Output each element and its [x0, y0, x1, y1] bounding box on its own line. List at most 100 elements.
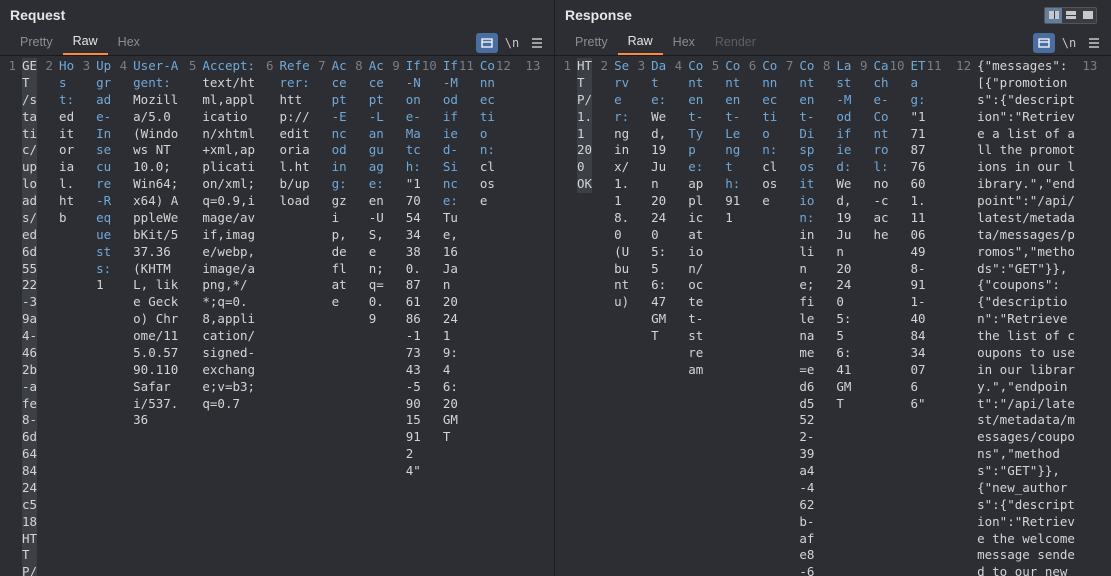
line-number: 2 [37, 58, 59, 73]
line-number: 7 [777, 58, 799, 73]
code-line[interactable]: 1GET /static/uploads/ed6d5522-39a4-462b-… [0, 58, 37, 576]
response-title: Response [565, 7, 1044, 23]
line-text: Server: nginx/1.18.0 (Ubuntu) [614, 58, 629, 311]
line-number: 1 [0, 58, 22, 73]
line-text: Date: Wed, 19 Jun 2024 05:56:47 GMT [651, 58, 666, 345]
line-number: 8 [347, 58, 369, 73]
response-title-row: Response [555, 0, 1111, 30]
layout-horizontal-icon[interactable] [1062, 8, 1079, 23]
line-text: Host: editorial.htb [59, 58, 74, 227]
line-number: 1 [555, 58, 577, 73]
code-line[interactable]: 7Content-Disposition: inline; filename=e… [777, 58, 814, 576]
line-number: 6 [740, 58, 762, 73]
line-number: 9 [384, 58, 406, 73]
code-line[interactable]: 4Content-Type: application/octet-stream [666, 58, 703, 576]
line-text: Content-Type: application/octet-stream [688, 58, 703, 379]
layout-vertical-icon[interactable] [1045, 8, 1062, 23]
code-line[interactable]: 11 [926, 58, 956, 576]
code-line[interactable]: 13 [1081, 58, 1111, 576]
line-number: 2 [592, 58, 614, 73]
code-line[interactable]: 13 [524, 58, 554, 576]
line-number: 10 [421, 58, 443, 73]
response-tab-row: Pretty Raw Hex Render \n [555, 30, 1111, 56]
line-text: Upgrade-Insecure-Requests: 1 [96, 58, 111, 294]
line-number: 9 [851, 58, 873, 73]
line-number: 11 [926, 58, 948, 73]
tab-hex[interactable]: Hex [108, 32, 150, 54]
code-line[interactable]: 7Accept-Encoding: gzip, deflate [310, 58, 347, 576]
code-line[interactable]: 12 [495, 58, 525, 576]
code-line[interactable]: 5Accept: text/html,application/xhtml+xml… [180, 58, 257, 576]
tab-render[interactable]: Render [705, 32, 766, 54]
line-number: 8 [814, 58, 836, 73]
response-panel: Response Pretty Raw Hex Render \n 1HTTP/… [555, 0, 1111, 576]
code-line[interactable]: 11Connection: close [458, 58, 495, 576]
line-text [517, 58, 525, 75]
code-line[interactable]: 3Date: Wed, 19 Jun 2024 05:56:47 GMT [629, 58, 666, 576]
line-text: GET /static/uploads/ed6d5522-39a4-462b-a… [22, 58, 37, 576]
code-line[interactable]: 9If-None-Match: "1705434380.876186-17343… [384, 58, 421, 576]
line-text: Referer: http://editorial.htb/upload [280, 58, 310, 210]
code-line[interactable]: 6Referer: http://editorial.htb/upload [258, 58, 310, 576]
line-text: HTTP/1.1 200 OK [577, 58, 592, 193]
line-text [546, 58, 554, 75]
line-number: 4 [666, 58, 688, 73]
line-number: 5 [180, 58, 202, 73]
line-text: Accept: text/html,application/xhtml+xml,… [202, 58, 257, 412]
line-number: 13 [1081, 58, 1103, 73]
menu-icon[interactable] [1083, 33, 1105, 53]
line-number: 6 [258, 58, 280, 73]
action-button-icon[interactable] [1033, 33, 1055, 53]
code-line[interactable]: 2Host: editorial.htb [37, 58, 74, 576]
code-line[interactable]: 9Cache-Control: no-cache [851, 58, 888, 576]
line-text: {"messages":[{"promotions":{"description… [977, 58, 1081, 576]
line-text: Last-Modified: Wed, 19 Jun 2024 05:56:41… [836, 58, 851, 412]
tab-raw[interactable]: Raw [63, 31, 108, 55]
code-line[interactable]: 12{"messages":[{"promotions":{"descripti… [955, 58, 1081, 576]
line-number: 5 [703, 58, 725, 73]
request-title: Request [10, 7, 546, 23]
code-line[interactable]: 4User-Agent: Mozilla/5.0 (Windows NT 10.… [111, 58, 180, 576]
code-line[interactable]: 1HTTP/1.1 200 OK [555, 58, 592, 576]
tab-raw[interactable]: Raw [618, 31, 663, 55]
line-text [948, 58, 956, 75]
line-text: Accept-Encoding: gzip, deflate [332, 58, 347, 311]
newline-icon[interactable]: \n [1058, 33, 1080, 53]
request-editor[interactable]: 1GET /static/uploads/ed6d5522-39a4-462b-… [0, 56, 554, 576]
code-line[interactable]: 5Content-Length: 911 [703, 58, 740, 576]
request-title-row: Request [0, 0, 554, 30]
code-line[interactable]: 6Connection: close [740, 58, 777, 576]
line-text: Connection: close [480, 58, 495, 210]
line-number: 12 [495, 58, 517, 73]
code-line[interactable]: 2Server: nginx/1.18.0 (Ubuntu) [592, 58, 629, 576]
line-number: 11 [458, 58, 480, 73]
code-line[interactable]: 10If-Modified-Since: Tue, 16 Jan 2024 19… [421, 58, 458, 576]
tab-pretty[interactable]: Pretty [565, 32, 618, 54]
newline-icon[interactable]: \n [501, 33, 523, 53]
line-number: 10 [889, 58, 911, 73]
line-number: 3 [74, 58, 96, 73]
layout-toggle[interactable] [1044, 7, 1097, 24]
line-number: 4 [111, 58, 133, 73]
line-text: If-Modified-Since: Tue, 16 Jan 2024 19:4… [443, 58, 458, 446]
tab-pretty[interactable]: Pretty [10, 32, 63, 54]
line-text: ETag: "1718776601.1106498-911-4084340766… [911, 58, 926, 412]
code-line[interactable]: 3Upgrade-Insecure-Requests: 1 [74, 58, 111, 576]
line-text: Content-Disposition: inline; filename=ed… [799, 58, 814, 576]
line-text: User-Agent: Mozilla/5.0 (Windows NT 10.0… [133, 58, 180, 429]
line-text: If-None-Match: "1705434380.876186-17343-… [406, 58, 421, 480]
code-line[interactable]: 8Accept-Language: en-US,en;q=0.9 [347, 58, 384, 576]
line-text: Content-Length: 911 [725, 58, 740, 227]
code-line[interactable]: 8Last-Modified: Wed, 19 Jun 2024 05:56:4… [814, 58, 851, 576]
request-tab-row: Pretty Raw Hex \n [0, 30, 554, 56]
response-editor[interactable]: 1HTTP/1.1 200 OK2Server: nginx/1.18.0 (U… [555, 56, 1111, 576]
code-line[interactable]: 10ETag: "1718776601.1106498-911-40843407… [889, 58, 926, 576]
tab-hex[interactable]: Hex [663, 32, 705, 54]
menu-icon[interactable] [526, 33, 548, 53]
line-number: 7 [310, 58, 332, 73]
layout-single-icon[interactable] [1079, 8, 1096, 23]
line-number: 13 [524, 58, 546, 73]
line-text [1103, 58, 1111, 75]
action-button-icon[interactable] [476, 33, 498, 53]
line-text: Accept-Language: en-US,en;q=0.9 [369, 58, 384, 328]
